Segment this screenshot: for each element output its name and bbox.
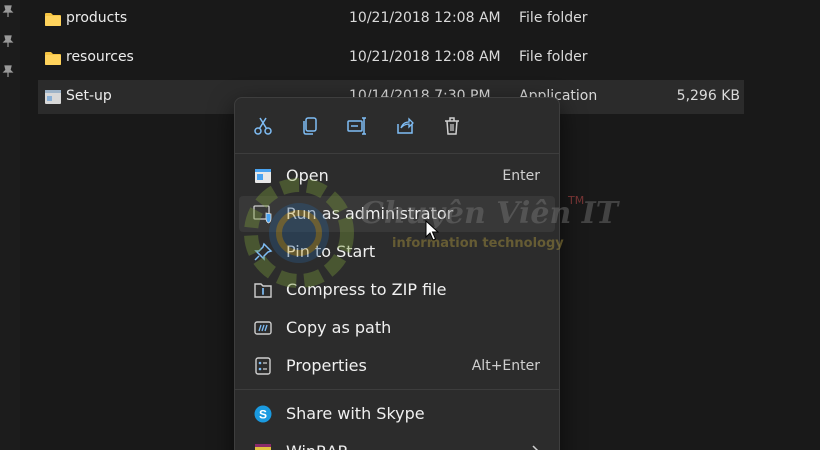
rename-button[interactable]	[345, 114, 369, 138]
navigation-pane-strip	[0, 0, 20, 450]
watermark-logo-icon	[244, 178, 354, 288]
share-icon	[397, 117, 414, 134]
rename-icon	[347, 117, 366, 135]
cut-button[interactable]	[251, 114, 275, 138]
pin-icon[interactable]	[1, 34, 15, 48]
watermark-subtitle: information technology	[392, 236, 564, 251]
delete-button[interactable]	[440, 114, 464, 138]
watermark-trademark: TM	[568, 194, 585, 207]
pin-icon[interactable]	[1, 4, 15, 18]
folder-icon	[45, 52, 61, 65]
context-quick-actions	[235, 98, 559, 154]
file-name: products	[66, 10, 128, 26]
scissors-icon	[254, 117, 272, 135]
copy-icon	[303, 117, 317, 135]
skype-icon: S	[254, 405, 272, 423]
properties-icon	[255, 357, 271, 375]
menu-separator	[235, 389, 559, 390]
menu-item-share-with-skype[interactable]: S Share with Skype	[239, 396, 555, 432]
winrar-icon	[255, 444, 271, 450]
menu-item-shortcut: Enter	[502, 168, 540, 184]
file-row-resources[interactable]: resources 10/21/2018 12:08 AM File folde…	[38, 41, 744, 75]
menu-item-properties[interactable]: Properties Alt+Enter	[239, 348, 555, 384]
menu-separator	[235, 153, 559, 154]
menu-item-label: Copy as path	[286, 318, 392, 337]
copy-path-icon	[254, 321, 272, 335]
file-date: 10/21/2018 12:08 AM	[349, 10, 501, 26]
chevron-right-icon	[532, 445, 539, 450]
menu-item-copy-as-path[interactable]: Copy as path	[239, 310, 555, 346]
application-icon	[45, 90, 61, 104]
file-date: 10/21/2018 12:08 AM	[349, 49, 501, 65]
trash-icon	[445, 117, 459, 135]
menu-item-label: Properties	[286, 356, 367, 375]
file-size: 5,296 KB	[676, 88, 740, 104]
menu-item-label: WinRAR	[286, 442, 349, 450]
file-type: File folder	[519, 49, 588, 65]
copy-button[interactable]	[298, 114, 322, 138]
svg-text:S: S	[259, 408, 267, 422]
menu-item-label: Share with Skype	[286, 404, 425, 423]
share-button[interactable]	[393, 114, 417, 138]
menu-item-shortcut: Alt+Enter	[471, 358, 540, 374]
menu-item-winrar[interactable]: WinRAR	[239, 434, 555, 450]
file-type: File folder	[519, 10, 588, 26]
pin-icon[interactable]	[1, 64, 15, 78]
file-row-products[interactable]: products 10/21/2018 12:08 AM File folder	[38, 2, 744, 36]
file-name: Set-up	[66, 88, 112, 104]
file-name: resources	[66, 49, 134, 65]
mouse-cursor-icon	[425, 220, 439, 241]
folder-icon	[45, 13, 61, 26]
